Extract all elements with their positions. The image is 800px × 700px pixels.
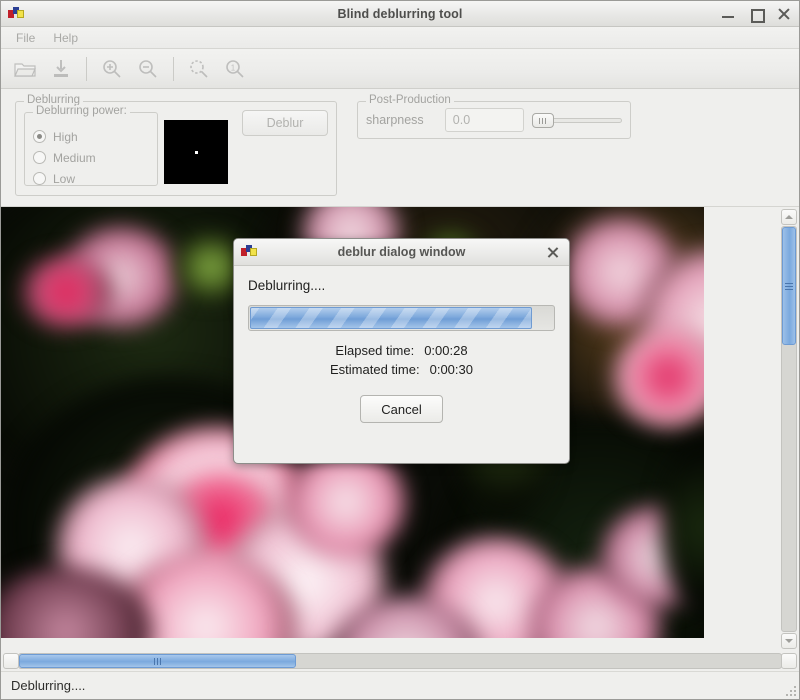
vertical-scrollbar-thumb[interactable] [782,227,796,345]
horizontal-scrollbar-thumb[interactable] [19,654,296,668]
scroll-left-arrow-icon[interactable] [3,653,19,669]
toolbar-separator [173,56,174,81]
toolbar: 1 [1,49,799,89]
sharpness-slider-handle[interactable] [531,113,554,128]
zoom-in-icon[interactable] [95,53,129,85]
elapsed-time-row: Elapsed time: 0:00:28 [248,343,555,358]
deblurring-power-groupbox: Deblurring power: High Medium Low [24,105,158,189]
progress-bar [248,305,555,331]
deblurring-groupbox: Deblurring Deblurring power: High Medium… [15,94,337,196]
vertical-scrollbar-trough[interactable] [781,226,797,632]
estimated-time-row: Estimated time: 0:00:30 [248,362,555,377]
radio-low-icon[interactable] [33,172,46,185]
svg-text:1: 1 [231,63,236,72]
deblur-button[interactable]: Deblur [242,110,328,136]
scroll-right-arrow-icon[interactable] [781,653,797,669]
scroll-up-arrow-icon[interactable] [781,209,797,225]
radio-option-low[interactable]: Low [25,168,157,189]
zoom-fit-icon[interactable] [182,53,216,85]
window-title: Blind deblurring tool [337,6,463,21]
radio-option-high[interactable]: High [25,126,157,147]
controls-panel: Deblurring Deblurring power: High Medium… [1,89,799,206]
zoom-actual-icon[interactable]: 1 [218,53,252,85]
sharpness-label: sharpness [366,113,424,127]
elapsed-time-value: 0:00:28 [424,343,468,358]
menubar: File Help [1,27,799,49]
elapsed-time-label: Elapsed time: [335,343,415,358]
radio-option-medium[interactable]: Medium [25,147,157,168]
kernel-preview [164,120,228,184]
deblurring-power-label: Deblurring power: [33,105,130,117]
save-file-icon[interactable] [44,53,78,85]
statusbar: Deblurring.... [1,671,799,699]
sharpness-slider[interactable] [531,109,623,131]
horizontal-scrollbar[interactable] [1,651,799,671]
application-window: Blind deblurring tool File Help 1 Deblur… [0,0,800,700]
estimated-time-label: Estimated time: [330,362,420,377]
horizontal-scrollbar-trough[interactable] [18,653,782,669]
dialog-message: Deblurring.... [248,278,326,293]
close-button-icon[interactable] [777,7,791,21]
window-titlebar[interactable]: Blind deblurring tool [1,1,799,27]
post-production-groupbox-title: Post-Production [366,94,454,106]
maximize-button-icon[interactable] [749,7,765,23]
status-text: Deblurring.... [11,678,86,693]
vertical-scrollbar[interactable] [781,209,797,649]
radio-medium-label: Medium [53,150,96,165]
menu-item-help[interactable]: Help [44,29,87,47]
dialog-close-icon[interactable] [547,246,560,259]
toolbar-separator [86,56,87,81]
zoom-out-icon[interactable] [131,53,165,85]
radio-low-label: Low [53,171,76,186]
post-production-groupbox: Post-Production sharpness 0.0 [357,94,631,139]
menu-item-file[interactable]: File [7,29,44,47]
deblur-progress-dialog: deblur dialog window Deblurring.... Elap… [233,238,570,464]
scroll-down-arrow-icon[interactable] [781,633,797,649]
dialog-title: deblur dialog window [337,245,466,259]
window-controls [721,7,791,23]
radio-medium-icon[interactable] [33,151,46,164]
minimize-button-icon[interactable] [721,7,735,21]
dialog-body: Deblurring.... Elapsed time: 0:00:28 Est… [234,266,569,463]
estimated-time-value: 0:00:30 [429,362,473,377]
sharpness-input[interactable]: 0.0 [444,108,524,132]
cancel-button[interactable]: Cancel [360,395,443,423]
progress-bar-fill [250,307,532,329]
radio-high-label: High [53,129,78,144]
radio-high-icon[interactable] [33,130,46,143]
open-file-icon[interactable] [8,53,42,85]
dialog-titlebar[interactable]: deblur dialog window [234,239,569,266]
resize-grip[interactable] [784,684,796,696]
app-icon [8,6,24,21]
kernel-center-dot [195,151,198,154]
